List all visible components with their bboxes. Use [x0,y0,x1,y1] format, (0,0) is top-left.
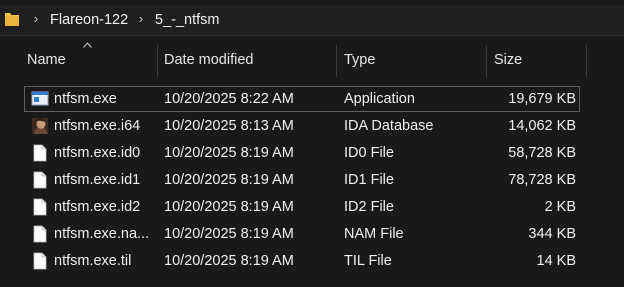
file-icon [33,171,47,189]
file-date-modified: 10/20/2025 8:19 AM [164,145,294,161]
file-name: ntfsm.exe.na... [54,226,150,242]
file-date-modified: 10/20/2025 8:22 AM [164,91,294,107]
file-size: 78,728 KB [508,172,576,188]
sort-ascending-icon [83,42,92,48]
file-row[interactable]: ntfsm.exe.id2 10/20/2025 8:19 AM ID2 Fil… [24,194,580,220]
file-explorer-window: › Flareon-122 › 5_-_ntfsm Name Date modi… [0,0,624,287]
file-name: ntfsm.exe.i64 [54,118,141,134]
file-type: TIL File [344,253,392,269]
file-icon [33,144,47,162]
file-size: 14,062 KB [508,118,576,134]
file-row[interactable]: ntfsm.exe.id0 10/20/2025 8:19 AM ID0 Fil… [24,140,580,166]
file-date-modified: 10/20/2025 8:19 AM [164,199,294,215]
file-date-modified: 10/20/2025 8:19 AM [164,253,294,269]
file-icon [33,198,47,216]
column-header-type[interactable]: Type [344,43,375,77]
file-row[interactable]: ntfsm.exe.na... 10/20/2025 8:19 AM NAM F… [24,221,580,247]
file-size: 344 KB [528,226,576,242]
file-type: NAM File [344,226,404,242]
file-row[interactable]: ntfsm.exe.til 10/20/2025 8:19 AM TIL Fil… [24,248,580,274]
file-type: Application [344,91,415,107]
breadcrumb-item[interactable]: Flareon-122 [50,10,128,30]
file-size: 2 KB [544,199,576,215]
folder-icon [5,13,19,26]
column-header-bar: Name Date modified Type Size [0,43,624,77]
file-date-modified: 10/20/2025 8:13 AM [164,118,294,134]
column-divider[interactable] [486,45,487,77]
file-name: ntfsm.exe.id0 [54,145,141,161]
file-name: ntfsm.exe.til [54,253,132,269]
address-bar[interactable]: › Flareon-122 › 5_-_ntfsm [0,5,624,36]
file-size: 58,728 KB [508,145,576,161]
file-date-modified: 10/20/2025 8:19 AM [164,226,294,242]
file-date-modified: 10/20/2025 8:19 AM [164,172,294,188]
column-header-date-modified[interactable]: Date modified [164,43,253,77]
column-divider[interactable] [157,45,158,77]
chevron-right-icon: › [138,11,144,26]
file-name: ntfsm.exe.id2 [54,199,141,215]
file-row[interactable]: ntfsm.exe 10/20/2025 8:22 AM Application… [24,86,580,112]
file-name: ntfsm.exe [54,91,117,107]
file-size: 14 KB [536,253,577,269]
file-row[interactable]: ntfsm.exe.id1 10/20/2025 8:19 AM ID1 Fil… [24,167,580,193]
file-type: ID2 File [344,199,394,215]
file-type: IDA Database [344,118,434,134]
file-icon [33,225,47,243]
file-size: 19,679 KB [508,91,576,107]
column-divider[interactable] [336,45,337,77]
breadcrumb-item[interactable]: 5_-_ntfsm [155,10,219,30]
file-type: ID0 File [344,145,394,161]
chevron-right-icon: › [33,11,39,26]
file-icon [33,252,47,270]
file-row[interactable]: ntfsm.exe.i64 10/20/2025 8:13 AM IDA Dat… [24,113,580,139]
file-name: ntfsm.exe.id1 [54,172,141,188]
application-icon [31,91,49,106]
column-header-name[interactable]: Name [27,43,66,77]
ida-database-icon [32,118,48,134]
column-header-size[interactable]: Size [494,43,522,77]
file-type: ID1 File [344,172,394,188]
column-divider[interactable] [586,45,587,77]
